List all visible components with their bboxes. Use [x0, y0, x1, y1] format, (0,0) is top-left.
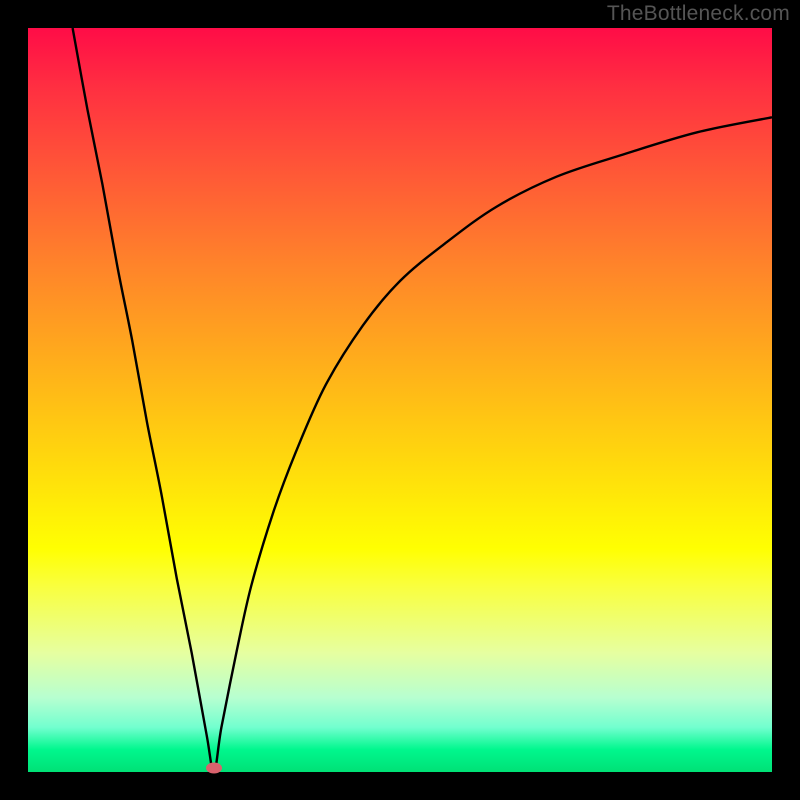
bottleneck-curve — [28, 28, 772, 772]
curve-path — [73, 28, 772, 772]
watermark-text: TheBottleneck.com — [607, 0, 790, 28]
chart-plot-area — [28, 28, 772, 772]
minimum-marker — [206, 763, 222, 774]
